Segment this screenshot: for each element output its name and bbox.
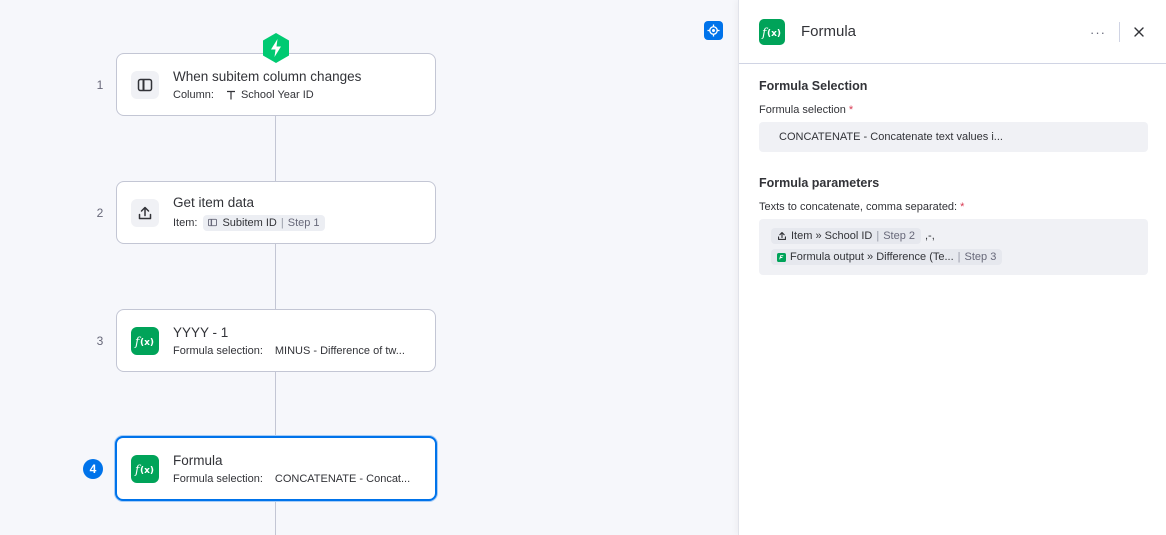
locate-button[interactable]	[704, 21, 723, 40]
step-title: Formula	[173, 452, 223, 468]
variable-chip[interactable]: Subitem ID | Step 1	[203, 214, 325, 231]
step-sub-label: Column:	[173, 88, 214, 101]
chip-value: Subitem ID	[222, 216, 277, 229]
section-title: Formula Selection	[759, 79, 868, 93]
formula-parameters-input[interactable]: Item » School ID | Step 2 ,-, Formula ou…	[759, 219, 1148, 275]
step-number: 2	[96, 206, 104, 220]
header-divider	[1119, 22, 1120, 42]
svg-text:(x): (x)	[767, 29, 781, 39]
required-mark: *	[848, 104, 854, 116]
parameter-chip[interactable]: Item » School ID | Step 2	[771, 228, 921, 244]
more-options-button[interactable]: ···	[1087, 22, 1109, 42]
connector-line	[275, 372, 276, 438]
formula-settings-panel: f (x) Formula ··· Formula Selection Form…	[738, 0, 1166, 535]
step-title: Get item data	[173, 194, 255, 210]
panel-header: f (x) Formula ···	[739, 0, 1166, 64]
connector-line	[275, 116, 276, 182]
step-sub-label: Formula selection:	[173, 472, 263, 485]
step-title: YYYY - 1	[173, 324, 229, 340]
panel-title: Formula	[801, 23, 857, 40]
formula-icon: f (x)	[759, 18, 785, 45]
formula-icon: f (x)	[131, 454, 159, 483]
step-card-get-item-data[interactable]: Get item data Item: Subitem ID | Step 1	[116, 181, 436, 244]
parameter-label: Item » School ID	[791, 230, 873, 242]
formula-icon: f (x)	[131, 326, 159, 355]
field-label: Formula selection	[759, 104, 846, 116]
parameter-label: Formula output » Difference (Te...	[790, 251, 954, 263]
close-icon	[1134, 27, 1144, 37]
section-title: Formula parameters	[759, 176, 880, 190]
upload-icon	[778, 232, 786, 240]
crosshair-icon	[707, 24, 720, 37]
upload-icon	[131, 198, 159, 227]
connector-line	[275, 244, 276, 310]
required-mark: *	[960, 201, 965, 213]
text-type-icon	[226, 90, 235, 99]
formula-selection-dropdown[interactable]: CONCATENATE - Concatenate text values i.…	[759, 122, 1148, 152]
svg-text:(x): (x)	[140, 466, 154, 476]
lightning-icon	[261, 32, 291, 64]
parameter-literal: ,-,	[925, 230, 935, 242]
step-card-formula-concatenate[interactable]: f (x) Formula Formula selection: CONCATE…	[115, 436, 437, 501]
step-sub-label: Item:	[173, 216, 198, 229]
workflow-canvas: 1 When subitem column changes Column: Sc…	[0, 0, 738, 535]
svg-text:(x): (x)	[140, 338, 154, 348]
parameter-step: Step 2	[883, 230, 915, 242]
parameter-step: Step 3	[964, 251, 997, 263]
selected-formula: CONCATENATE - Concatenate text values i.…	[779, 131, 1003, 143]
step-value: CONCATENATE - Concat...	[274, 472, 411, 485]
step-value: MINUS - Difference of tw...	[274, 344, 405, 357]
field-label: Texts to concatenate, comma separated:	[759, 201, 958, 213]
step-number: 1	[96, 78, 104, 92]
formula-small-icon	[777, 252, 786, 262]
close-button[interactable]	[1130, 22, 1148, 42]
parameter-chip[interactable]: Formula output » Difference (Te... | Ste…	[771, 249, 1003, 265]
step-number-active: 4	[83, 459, 103, 479]
subitem-icon	[208, 218, 218, 227]
step-title: When subitem column changes	[173, 68, 362, 84]
step-value: School Year ID	[240, 88, 314, 101]
chip-step: Step 1	[287, 216, 320, 229]
column-icon	[131, 70, 159, 99]
step-sub-label: Formula selection:	[173, 344, 263, 357]
connector-line	[275, 500, 276, 535]
step-number: 3	[96, 334, 104, 348]
step-card-formula-minus[interactable]: f (x) YYYY - 1 Formula selection: MINUS …	[116, 309, 436, 372]
